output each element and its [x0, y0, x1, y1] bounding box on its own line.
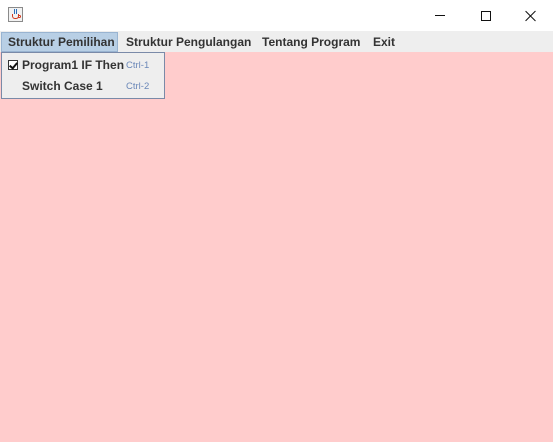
content-area — [0, 52, 553, 442]
maximize-icon — [481, 10, 491, 21]
maximize-button[interactable] — [463, 0, 509, 31]
minimize-button[interactable] — [417, 0, 463, 31]
menu-item-shortcut: Ctrl-1 — [126, 60, 150, 71]
menu-struktur-pengulangan[interactable]: Struktur Pengulangan — [120, 32, 257, 52]
title-bar — [0, 0, 553, 31]
menu-item-label: Switch Case 1 — [22, 79, 103, 93]
menu-item-program1-if-then[interactable]: Program1 IF Then Ctrl-1 — [2, 55, 164, 76]
menu-item-label: Program1 IF Then — [22, 58, 125, 72]
close-button[interactable] — [509, 0, 553, 31]
checkbox-checked-icon — [8, 60, 18, 70]
menu-exit[interactable]: Exit — [367, 32, 401, 52]
menu-tentang-program[interactable]: Tentang Program — [256, 32, 366, 52]
menu-item-shortcut: Ctrl-2 — [126, 81, 150, 92]
menu-bar: Struktur Pemilihan Struktur Pengulangan … — [0, 31, 553, 52]
minimize-icon — [435, 15, 445, 16]
dropdown-menu: Program1 IF Then Ctrl-1 Switch Case 1 Ct… — [1, 52, 165, 99]
close-icon — [525, 10, 537, 22]
menu-item-switch-case-1[interactable]: Switch Case 1 Ctrl-2 — [2, 76, 164, 97]
java-cup-icon[interactable] — [8, 7, 23, 22]
menu-struktur-pemilihan[interactable]: Struktur Pemilihan — [1, 32, 118, 52]
